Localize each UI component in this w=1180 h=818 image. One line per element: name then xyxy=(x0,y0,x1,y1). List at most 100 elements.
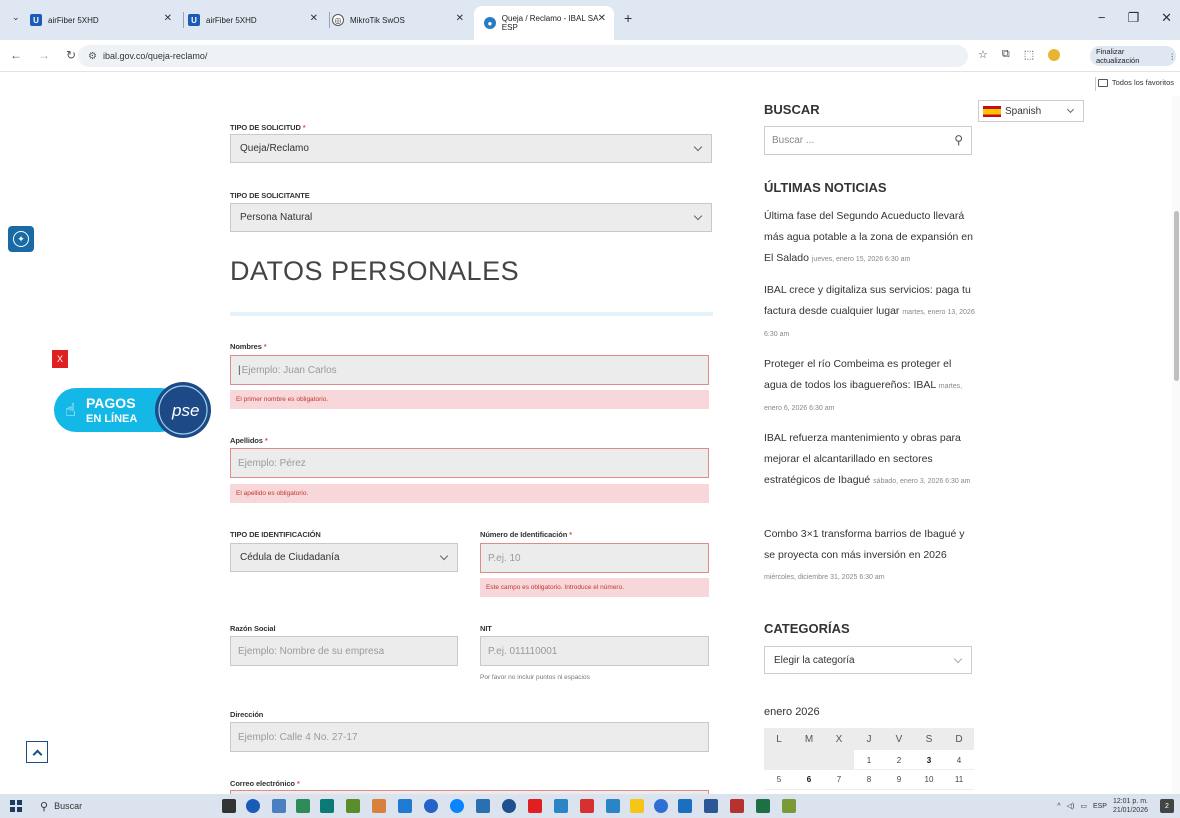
new-tab-button[interactable]: + xyxy=(624,10,632,26)
clock-time: 12:01 p. m. xyxy=(1112,798,1148,805)
app-icon[interactable] xyxy=(782,799,796,813)
news-title[interactable]: Combo 3×1 transforma barrios de Ibagué y… xyxy=(764,528,964,561)
puzzle-icon[interactable]: ⬚ xyxy=(1024,48,1034,61)
app-icon[interactable] xyxy=(372,799,386,813)
profile-icon[interactable] xyxy=(1048,48,1061,61)
calendar-month: enero 2026 xyxy=(764,706,820,718)
categorias-heading: CATEGORÍAS xyxy=(764,621,850,636)
close-banner-button[interactable]: X xyxy=(52,350,68,368)
news-title[interactable]: Proteger el río Combeima es proteger el … xyxy=(764,358,951,391)
volume-icon[interactable]: ◁) xyxy=(1067,802,1075,810)
news-date: jueves, enero 15, 2026 6:30 am xyxy=(811,256,911,263)
close-icon[interactable]: ✕ xyxy=(456,13,464,24)
reload-icon[interactable]: ↻ xyxy=(66,48,76,62)
tab-search-icon[interactable]: ⌄ xyxy=(12,12,20,23)
calendar-header: LMXJVSD xyxy=(764,728,974,750)
tray-expand-icon[interactable]: ^ xyxy=(1057,803,1060,810)
app-icon[interactable] xyxy=(272,799,286,813)
app-icon[interactable] xyxy=(554,799,568,813)
url-field[interactable]: ⚙ ibal.gov.co/queja-reclamo/ xyxy=(78,45,968,67)
extension-icon[interactable]: ⧉ xyxy=(1002,48,1010,61)
close-icon[interactable]: ✕ xyxy=(164,13,172,24)
clock[interactable]: 12:01 p. m. 21/01/2026 xyxy=(1113,797,1148,815)
news-item[interactable]: IBAL refuerza mantenimiento y obras para… xyxy=(764,428,976,492)
app-icon[interactable] xyxy=(476,799,490,813)
mikrotik-icon: ◎ xyxy=(332,14,344,26)
page-scrollbar[interactable] xyxy=(1172,96,1180,794)
section-title: DATOS PERSONALES xyxy=(230,256,520,286)
app-icon[interactable] xyxy=(528,799,542,813)
app-icon[interactable] xyxy=(424,799,438,813)
accessibility-button[interactable]: ✦ xyxy=(8,226,34,252)
minimize-icon[interactable]: − xyxy=(1098,10,1106,26)
apellidos-input[interactable]: Ejemplo: Pérez xyxy=(230,448,709,478)
update-button[interactable]: Finalizar actualización ⋮ xyxy=(1090,46,1176,66)
razon-social-label: Razón Social xyxy=(230,624,276,633)
app-icon[interactable] xyxy=(606,799,620,813)
windows-taskbar: ⚲ Buscar ^ ◁) ▭ ESP 12:01 p. m. 21/01/20… xyxy=(0,794,1180,818)
news-item[interactable]: Combo 3×1 transforma barrios de Ibagué y… xyxy=(764,524,976,588)
app-icon[interactable] xyxy=(678,799,692,813)
app-icon[interactable] xyxy=(320,799,334,813)
windows-start-icon[interactable] xyxy=(10,800,22,812)
tab-airfiber-1[interactable]: U airFiber 5XHD ✕ xyxy=(30,6,180,34)
task-view-icon[interactable] xyxy=(222,799,236,813)
news-date: miércoles, diciembre 31, 2025 6:30 am xyxy=(764,574,885,581)
taskbar-search[interactable]: ⚲ Buscar xyxy=(40,796,210,816)
apellidos-error: El apellido es obligatorio. xyxy=(230,484,709,503)
chevron-up-icon xyxy=(32,749,42,759)
calendar-week: 1234 xyxy=(764,750,974,770)
all-bookmarks-folder[interactable]: Todos los favoritos xyxy=(1097,78,1174,87)
language-select[interactable]: Spanish xyxy=(978,100,1084,122)
calendar-day-link[interactable]: 3 xyxy=(914,756,944,765)
tab-mikrotik[interactable]: ◎ MikroTik SwOS ✕ xyxy=(332,6,472,34)
calendar-day-link[interactable]: 6 xyxy=(794,775,824,784)
tipo-identificacion-select[interactable]: Cédula de Ciudadanía xyxy=(230,543,458,572)
numero-identificacion-input[interactable]: P.ej. 10 xyxy=(480,543,709,573)
app-icon[interactable] xyxy=(346,799,360,813)
news-item[interactable]: IBAL crece y digitaliza sus servicios: p… xyxy=(764,280,976,345)
tab-queja-reclamo[interactable]: ● Queja / Reclamo - IBAL SA ESP ✕ xyxy=(474,6,614,40)
app-icon[interactable] xyxy=(502,799,516,813)
close-window-icon[interactable]: ✕ xyxy=(1161,10,1172,26)
sidebar-search-input[interactable]: Buscar ... ⚲ xyxy=(764,126,972,155)
star-icon[interactable]: ☆ xyxy=(978,48,988,61)
close-icon[interactable]: ✕ xyxy=(310,13,318,24)
vscode-icon[interactable] xyxy=(398,799,412,813)
ubiquiti-app-icon[interactable] xyxy=(246,799,260,813)
direccion-input[interactable]: Ejemplo: Calle 4 No. 27-17 xyxy=(230,722,709,752)
menu-dots-icon[interactable]: ⋮ xyxy=(1169,52,1177,61)
notification-icon[interactable]: 2 xyxy=(1160,799,1174,813)
scrollbar-thumb[interactable] xyxy=(1174,211,1179,381)
razon-social-input[interactable]: Ejemplo: Nombre de su empresa xyxy=(230,636,458,666)
site-settings-icon[interactable]: ⚙ xyxy=(88,51,97,62)
restore-icon[interactable]: ❐ xyxy=(1127,10,1139,26)
app-icon[interactable] xyxy=(450,799,464,813)
tab-airfiber-2[interactable]: U airFiber 5XHD ✕ xyxy=(188,6,326,34)
news-item[interactable]: Última fase del Segundo Acueducto llevar… xyxy=(764,206,976,270)
scroll-to-top-button[interactable] xyxy=(26,741,48,763)
excel-icon[interactable] xyxy=(756,799,770,813)
search-icon[interactable]: ⚲ xyxy=(954,133,963,147)
forward-icon[interactable]: → xyxy=(38,48,50,62)
window-controls: − ❐ ✕ xyxy=(1098,10,1172,26)
chrome-icon[interactable] xyxy=(654,799,668,813)
sticky-notes-icon[interactable] xyxy=(630,799,644,813)
tipo-solicitante-select[interactable]: Persona Natural xyxy=(230,203,712,232)
app-icon[interactable] xyxy=(296,799,310,813)
apellidos-placeholder: Ejemplo: Pérez xyxy=(238,457,306,469)
news-item[interactable]: Proteger el río Combeima es proteger el … xyxy=(764,354,976,419)
nombres-input[interactable]: | Ejemplo: Juan Carlos xyxy=(230,355,709,385)
tipo-solicitud-select[interactable]: Queja/Reclamo xyxy=(230,134,712,163)
pdf-icon[interactable] xyxy=(730,799,744,813)
nit-placeholder: P.ej. 011110001 xyxy=(488,645,558,657)
word-icon[interactable] xyxy=(704,799,718,813)
pagos-en-linea-banner[interactable]: ☝ PAGOS EN LÍNEA pse xyxy=(52,376,212,446)
input-language[interactable]: ESP xyxy=(1093,803,1107,810)
nit-input[interactable]: P.ej. 011110001 xyxy=(480,636,709,666)
network-icon[interactable]: ▭ xyxy=(1080,802,1087,810)
categorias-select[interactable]: Elegir la categoría xyxy=(764,646,972,674)
back-icon[interactable]: ← xyxy=(10,48,22,62)
close-icon[interactable]: ✕ xyxy=(598,13,606,24)
app-icon[interactable] xyxy=(580,799,594,813)
